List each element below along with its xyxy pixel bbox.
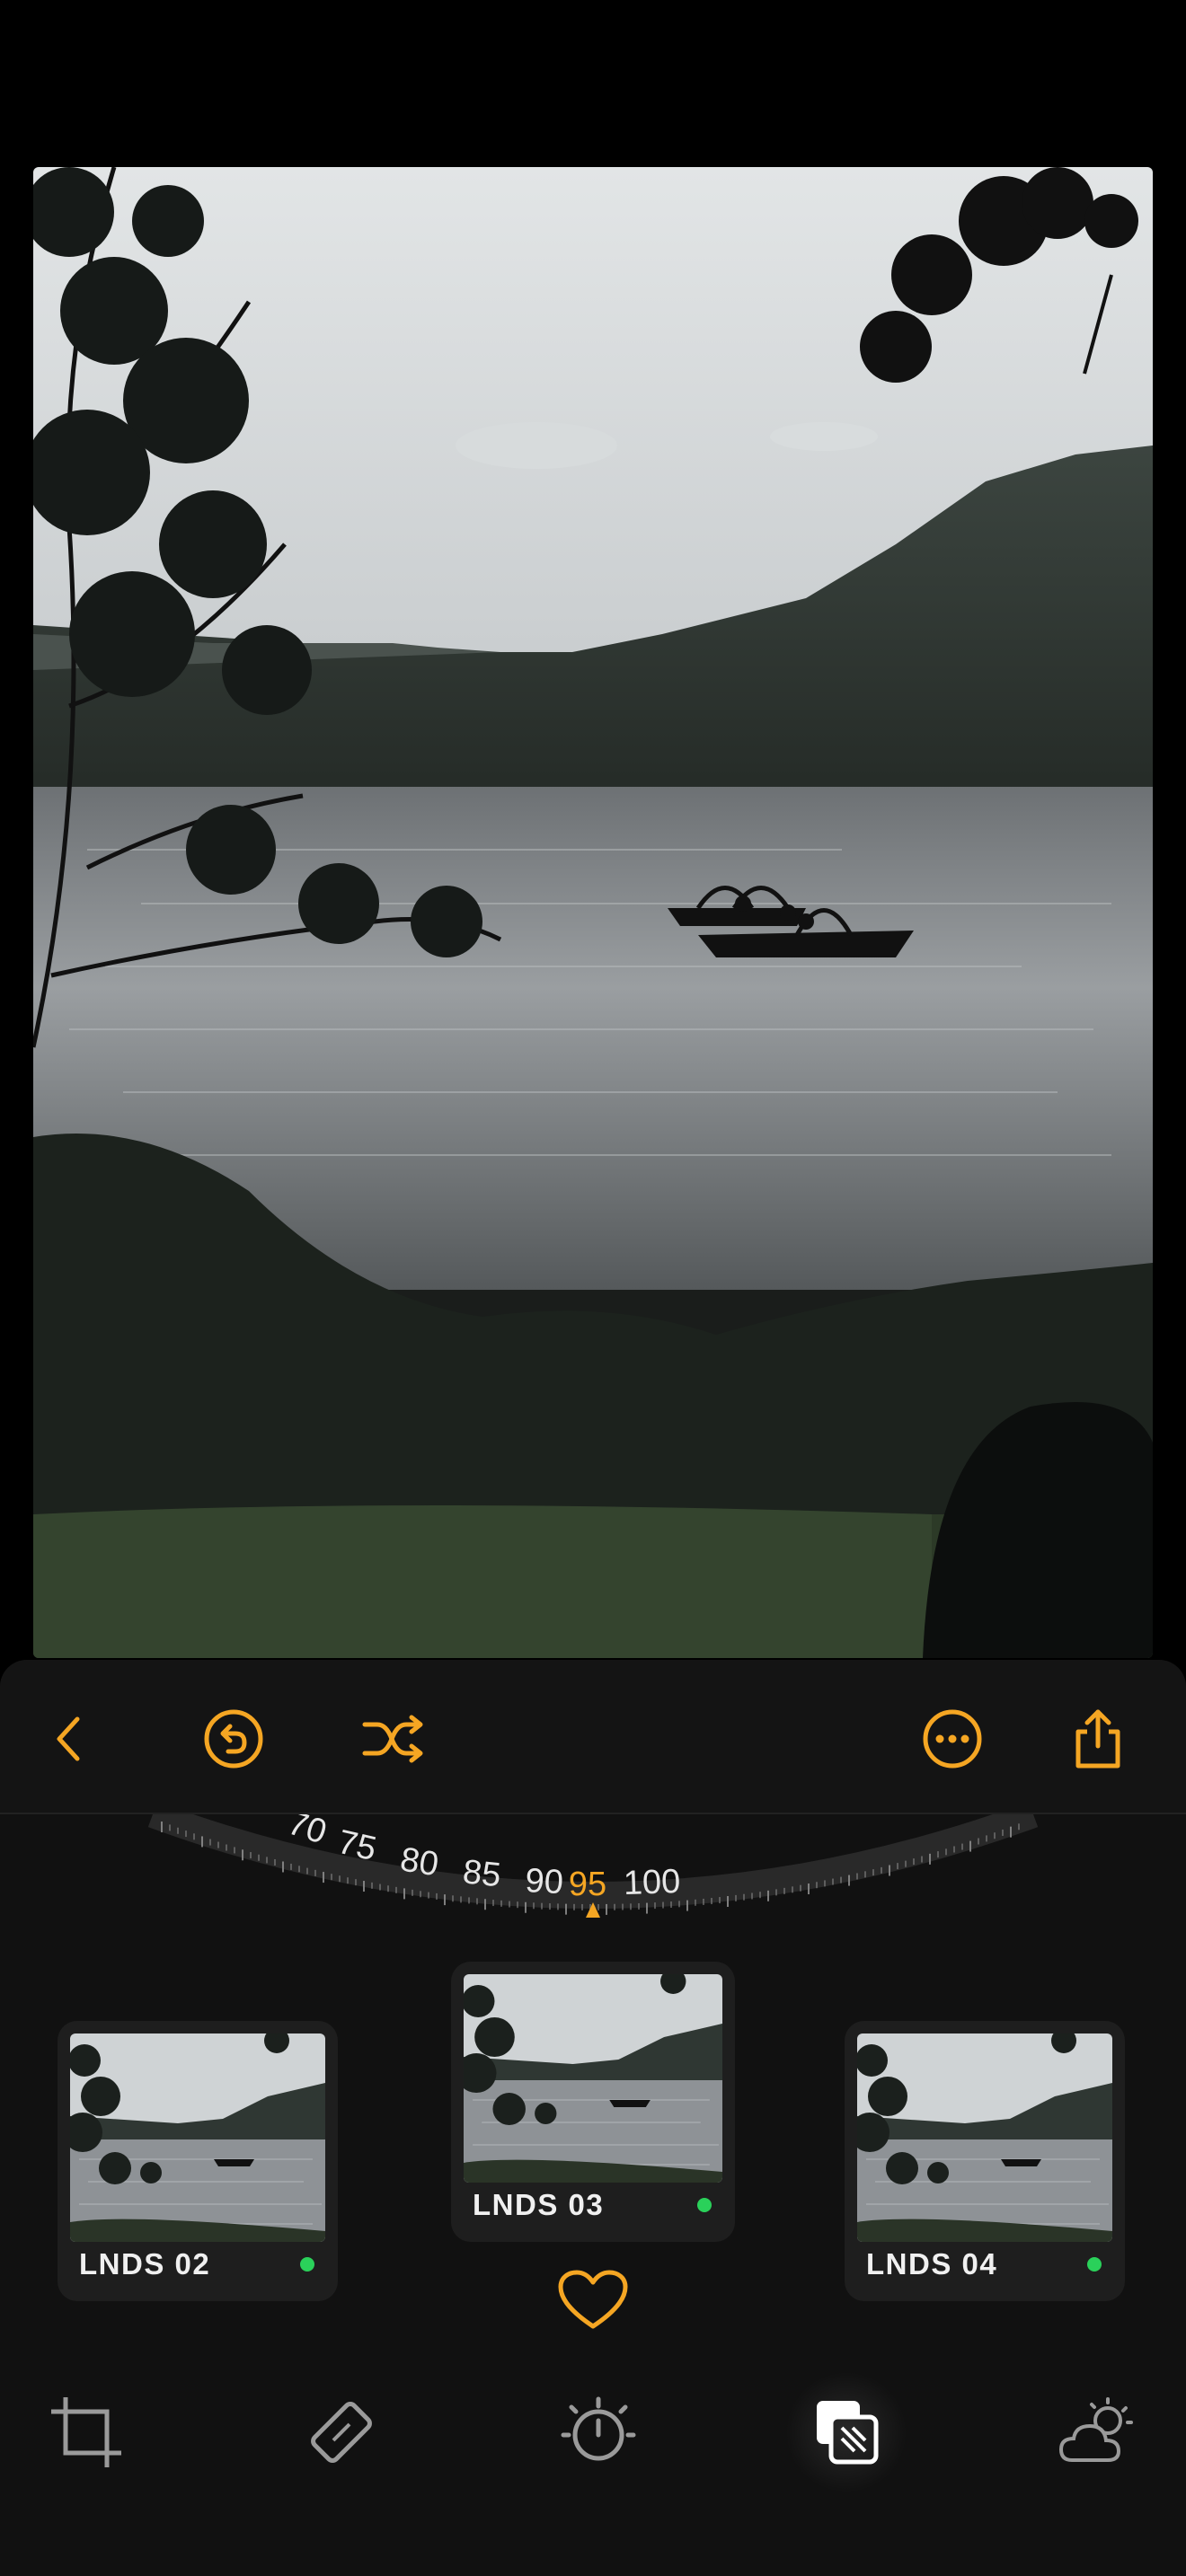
- main-photo: [33, 167, 1153, 1658]
- tab-crop[interactable]: [43, 2389, 129, 2475]
- status-dot: [1087, 2257, 1102, 2272]
- preset-label: LNDS 02: [79, 2247, 211, 2280]
- timer-icon: [561, 2396, 636, 2461]
- undo-circle-icon: [204, 1709, 263, 1769]
- top-toolbar: [0, 1660, 1186, 1814]
- favorite-button[interactable]: [557, 2269, 629, 2332]
- preset-label: LNDS 04: [866, 2247, 998, 2280]
- dial-label-80: 80: [398, 1840, 441, 1883]
- presets-icon: [817, 2401, 879, 2465]
- intensity-dial[interactable]: 70 75 80 85 90 95 100: [0, 1814, 1186, 1922]
- eraser-icon: [311, 2402, 372, 2463]
- crop-icon: [51, 2397, 121, 2467]
- tab-presets[interactable]: [785, 2371, 907, 2493]
- share-button[interactable]: [1062, 1703, 1134, 1775]
- heart-icon: [558, 2270, 628, 2329]
- preset-thumbnail: [464, 1974, 722, 2183]
- shuffle-icon: [362, 1715, 423, 1763]
- status-dot: [697, 2198, 712, 2212]
- preset-thumbnail: [857, 2033, 1112, 2242]
- dial-label-100: 100: [623, 1863, 681, 1902]
- tab-timer[interactable]: [555, 2389, 642, 2475]
- tab-eraser[interactable]: [298, 2389, 385, 2475]
- preset-card-lnds-04[interactable]: LNDS 04: [845, 2021, 1125, 2301]
- dial-label-90: 90: [525, 1862, 564, 1901]
- preset-thumbnail: [70, 2033, 325, 2242]
- preset-card-lnds-03[interactable]: LNDS 03: [451, 1962, 735, 2242]
- share-icon: [1075, 1709, 1120, 1769]
- dial-label-95: 95: [569, 1866, 606, 1903]
- weather-icon: [1058, 2397, 1133, 2462]
- more-options-button[interactable]: [916, 1703, 988, 1775]
- dial-label-85: 85: [461, 1853, 502, 1894]
- undo-button[interactable]: [198, 1703, 270, 1775]
- ellipsis-circle-icon: [923, 1709, 982, 1769]
- preset-label: LNDS 03: [473, 2188, 605, 2221]
- tab-weather[interactable]: [1053, 2389, 1139, 2475]
- shuffle-button[interactable]: [358, 1703, 429, 1775]
- status-dot: [300, 2257, 314, 2272]
- preset-card-lnds-02[interactable]: LNDS 02: [58, 2021, 338, 2301]
- chevron-left-icon: [57, 1716, 80, 1761]
- back-button[interactable]: [34, 1703, 106, 1775]
